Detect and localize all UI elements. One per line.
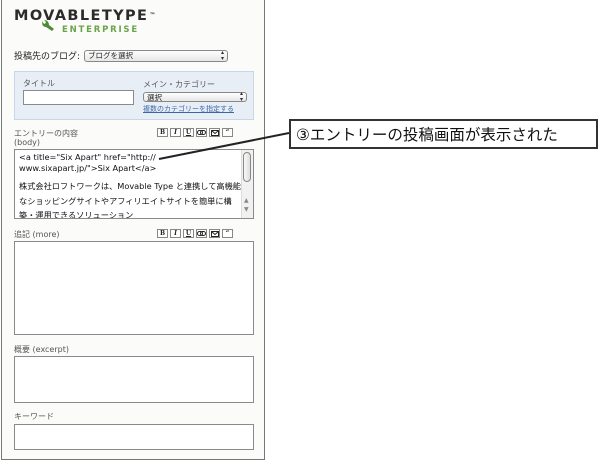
callout-text: ③エントリーの投稿画面が表示された <box>296 126 558 144</box>
annotation-callout: ③エントリーの投稿画面が表示された <box>289 119 598 149</box>
callout-leader-line <box>158 132 290 160</box>
